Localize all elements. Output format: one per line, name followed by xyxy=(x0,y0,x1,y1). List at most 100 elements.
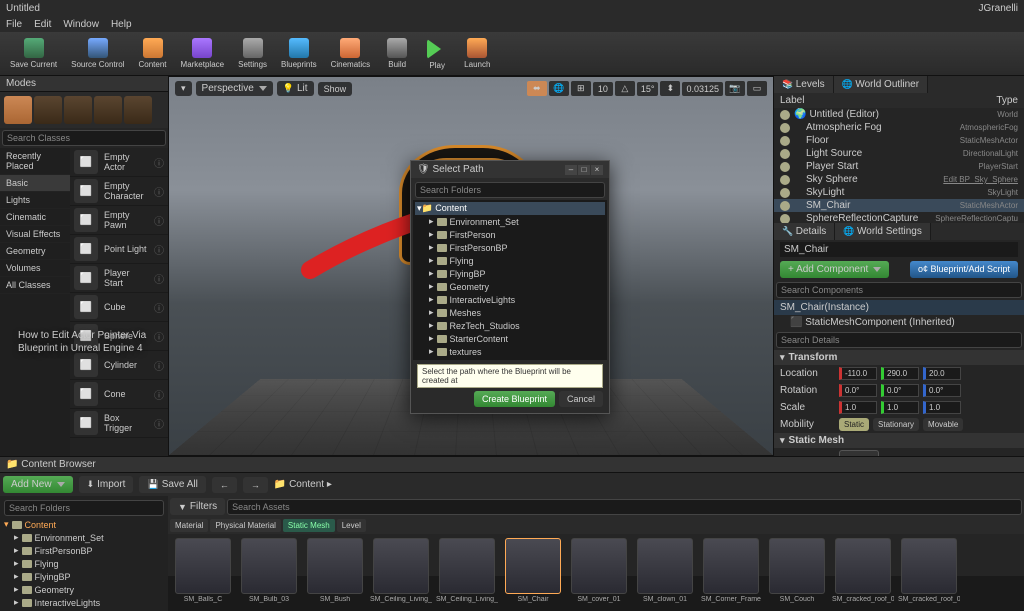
asset-sm_chair[interactable]: SM_Chair xyxy=(502,538,564,607)
asset-sm_ceiling_living_02[interactable]: SM_Ceiling_Living_02 xyxy=(370,538,432,607)
placer-sphere[interactable]: ⬜Sphereⓘ xyxy=(70,322,168,351)
menu-file[interactable]: File xyxy=(6,19,22,30)
loc-y[interactable]: 290.0 xyxy=(881,367,919,380)
dialog-folder-flyingbp[interactable]: ▸ FlyingBP xyxy=(415,267,605,280)
outliner-spherereflectioncapture[interactable]: SphereReflectionCaptureSphereReflectionC… xyxy=(774,212,1024,223)
asset-sm_cover_01[interactable]: SM_cover_01 xyxy=(568,538,630,607)
outliner-sky-sphere[interactable]: Sky SphereEdit BP_Sky_Sphere xyxy=(774,173,1024,186)
toolbar-build[interactable]: Build xyxy=(378,36,416,71)
actor-name[interactable]: SM_Chair xyxy=(780,242,1018,257)
outliner-root[interactable]: 🌍 Untitled (Editor) xyxy=(794,109,997,120)
filter-material[interactable]: Material xyxy=(170,519,208,532)
dialog-max[interactable]: □ xyxy=(578,165,590,175)
save-all-button[interactable]: 💾 Save All xyxy=(139,476,205,493)
add-new-button[interactable]: Add New xyxy=(3,476,73,493)
category-all-classes[interactable]: All Classes xyxy=(0,277,70,294)
static-mesh-thumb[interactable] xyxy=(839,450,879,456)
asset-sm_cracked_roof_04[interactable]: SM_cracked_roof_04 xyxy=(898,538,960,607)
search-assets[interactable]: Search Assets xyxy=(227,499,1022,515)
breadcrumb[interactable]: 📁 Content ▸ xyxy=(274,479,332,490)
visibility-icon[interactable] xyxy=(780,162,790,172)
filter-static-mesh[interactable]: Static Mesh xyxy=(283,519,335,532)
placer-cube[interactable]: ⬜Cubeⓘ xyxy=(70,293,168,322)
toolbar-launch[interactable]: Launch xyxy=(458,36,496,71)
category-geometry[interactable]: Geometry xyxy=(0,243,70,260)
dialog-folder-startercontent[interactable]: ▸ StarterContent xyxy=(415,332,605,345)
search-folders[interactable]: Search Folders xyxy=(4,500,164,516)
asset-sm_couch[interactable]: SM_Couch xyxy=(766,538,828,607)
asset-sm_corner_frame[interactable]: SM_Corner_Frame xyxy=(700,538,762,607)
visibility-icon[interactable] xyxy=(780,214,790,224)
create-blueprint-button[interactable]: Create Blueprint xyxy=(474,391,555,407)
mobility-movable[interactable]: Movable xyxy=(923,418,963,431)
angle-snap[interactable]: △ xyxy=(615,81,635,96)
asset-sm_bush[interactable]: SM_Bush xyxy=(304,538,366,607)
viewport-menu[interactable]: ▾ xyxy=(175,81,192,96)
visibility-icon[interactable] xyxy=(780,123,790,133)
camera-speed[interactable]: 📷 xyxy=(725,81,745,96)
filter-level[interactable]: Level xyxy=(337,519,366,532)
visibility-icon[interactable] xyxy=(780,175,790,185)
viewport-maximize[interactable]: ▭ xyxy=(747,81,767,96)
snap-value[interactable]: 10 xyxy=(593,82,613,96)
search-details[interactable]: Search Details xyxy=(776,332,1022,348)
path-back[interactable]: ← xyxy=(212,477,237,493)
category-visual-effects[interactable]: Visual Effects xyxy=(0,226,70,243)
toolbar-play[interactable]: Play xyxy=(418,35,456,72)
lit-dropdown[interactable]: 💡Lit xyxy=(277,81,314,96)
placer-empty-pawn[interactable]: ⬜Empty Pawnⓘ xyxy=(70,206,168,235)
visibility-icon[interactable] xyxy=(780,110,790,120)
outliner-player-start[interactable]: Player StartPlayerStart xyxy=(774,160,1024,173)
section-transform[interactable]: ▾ Transform xyxy=(774,350,1024,365)
mode-foliage[interactable] xyxy=(94,96,122,124)
toolbar-source-control[interactable]: Source Control xyxy=(65,36,130,71)
scale-snap[interactable]: ⬍ xyxy=(660,81,680,96)
dialog-folder-interactivelights[interactable]: ▸ InteractiveLights xyxy=(415,293,605,306)
toolbar-blueprints[interactable]: Blueprints xyxy=(275,36,323,71)
category-cinematic[interactable]: Cinematic xyxy=(0,209,70,226)
outliner-floor[interactable]: FloorStaticMeshActor xyxy=(774,134,1024,147)
coord-space[interactable]: 🌐 xyxy=(549,81,569,96)
dialog-folder-meshes[interactable]: ▸ Meshes xyxy=(415,306,605,319)
menu-edit[interactable]: Edit xyxy=(34,19,51,30)
category-lights[interactable]: Lights xyxy=(0,192,70,209)
dialog-min[interactable]: – xyxy=(565,165,577,175)
dialog-close[interactable]: × xyxy=(591,165,603,175)
menu-help[interactable]: Help xyxy=(111,19,132,30)
scl-y[interactable]: 1.0 xyxy=(881,401,919,414)
tab-details[interactable]: 🔧 Details xyxy=(774,223,835,240)
dialog-folder-environment_set[interactable]: ▸ Environment_Set xyxy=(415,215,605,228)
asset-sm_bulb_03[interactable]: SM_Bulb_03 xyxy=(238,538,300,607)
mode-landscape[interactable] xyxy=(64,96,92,124)
folder-environment_set[interactable]: ▸ Environment_Set xyxy=(2,531,166,544)
dialog-folder-geometry[interactable]: ▸ Geometry xyxy=(415,280,605,293)
dialog-folder-reztech_studios[interactable]: ▸ RezTech_Studios xyxy=(415,319,605,332)
placer-point-light[interactable]: ⬜Point Lightⓘ xyxy=(70,235,168,264)
folder-geometry[interactable]: ▸ Geometry xyxy=(2,583,166,596)
transform-mode[interactable]: ⬌ xyxy=(527,81,547,96)
mode-geometry[interactable] xyxy=(124,96,152,124)
toolbar-settings[interactable]: Settings xyxy=(232,36,273,71)
visibility-icon[interactable] xyxy=(780,149,790,159)
component-root[interactable]: SM_Chair(Instance) xyxy=(780,302,869,313)
component-staticmesh[interactable]: ⬛ StaticMeshComponent (Inherited) xyxy=(790,317,955,328)
visibility-icon[interactable] xyxy=(780,188,790,198)
toolbar-content[interactable]: Content xyxy=(133,36,173,71)
section-static-mesh[interactable]: ▾ Static Mesh xyxy=(774,433,1024,448)
blueprint-add-script-button[interactable]: o¢ Blueprint/Add Script xyxy=(910,261,1018,278)
asset-sm_ceiling_living_01[interactable]: SM_Ceiling_Living_01 xyxy=(436,538,498,607)
perspective-dropdown[interactable]: Perspective xyxy=(196,81,273,96)
filters-button[interactable]: ▼ Filters xyxy=(170,498,225,515)
snap-toggle[interactable]: ⊞ xyxy=(571,81,591,96)
import-button[interactable]: ⬇ Import xyxy=(79,476,134,493)
placer-player-start[interactable]: ⬜Player Startⓘ xyxy=(70,264,168,293)
folder-flying[interactable]: ▸ Flying xyxy=(2,557,166,570)
scl-z[interactable]: 1.0 xyxy=(923,401,961,414)
placer-empty-actor[interactable]: ⬜Empty Actorⓘ xyxy=(70,148,168,177)
outliner-sm_chair[interactable]: SM_ChairStaticMeshActor xyxy=(774,199,1024,212)
outliner-skylight[interactable]: SkyLightSkyLight xyxy=(774,186,1024,199)
tab-world-settings[interactable]: 🌐 World Settings xyxy=(835,223,931,240)
add-component-button[interactable]: + Add Component xyxy=(780,261,889,278)
search-components[interactable]: Search Components xyxy=(776,282,1022,298)
folder-firstpersonbp[interactable]: ▸ FirstPersonBP xyxy=(2,544,166,557)
